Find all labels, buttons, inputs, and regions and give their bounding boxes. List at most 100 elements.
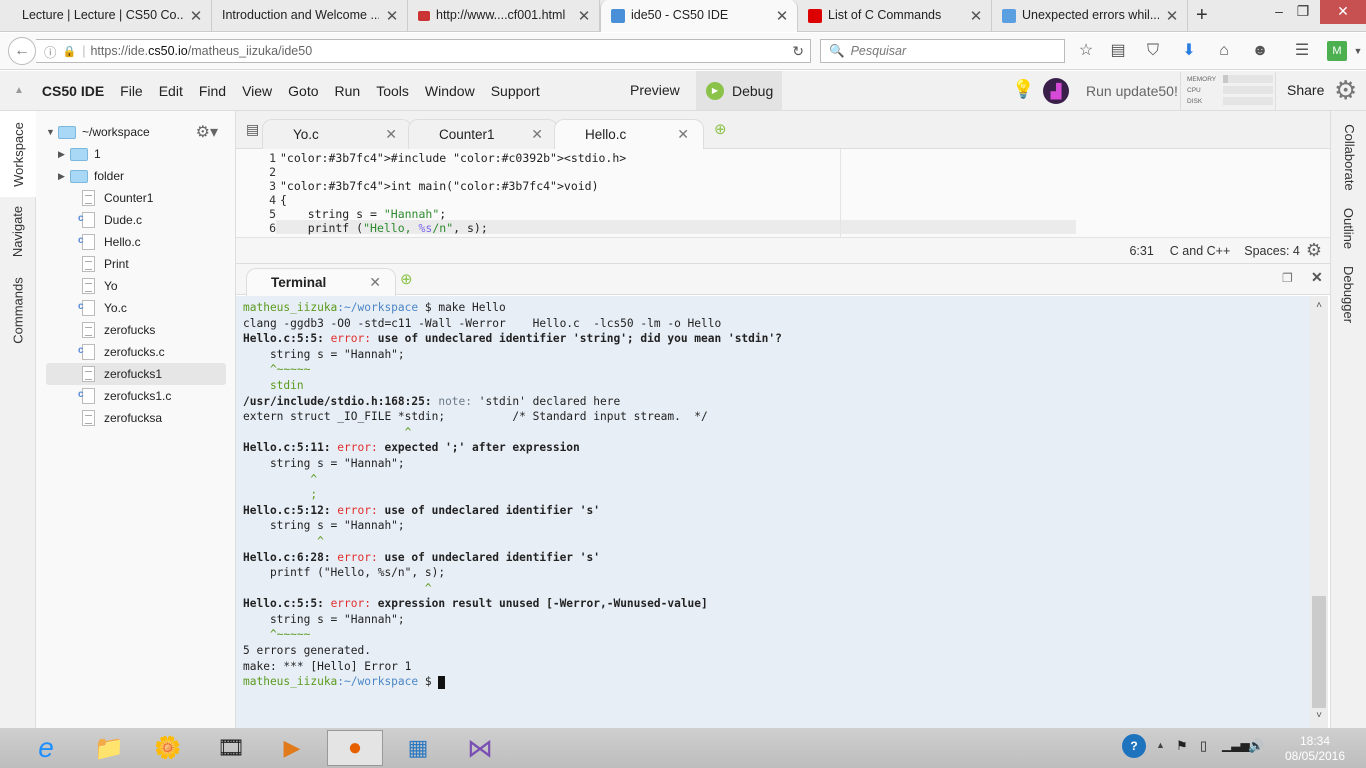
scroll-up-icon[interactable]: ˄ [1310,300,1328,311]
photo-gallery-icon[interactable]: 🌼 [140,730,196,766]
settings-gear-icon[interactable]: ⚙ [1334,75,1357,106]
hello-chat-icon[interactable]: ☻ [1250,41,1270,61]
terminal-tab[interactable]: Terminal ✕ [246,268,396,296]
cursor-position[interactable]: 6:31 [1129,244,1153,258]
tab-list-menu-icon[interactable]: ▤ [246,121,259,138]
action-center-flag-icon[interactable]: ⚑ [1176,738,1188,754]
battery-icon[interactable]: ▯ [1200,738,1207,754]
tab-navigate[interactable]: Navigate [0,197,36,265]
bookmark-star-icon[interactable]: ☆ [1076,41,1096,61]
expand-arrow-icon[interactable]: ▶ [58,149,70,160]
run-update-button[interactable]: Run update50! [1086,83,1178,99]
tree-item[interactable]: Counter1 [46,187,226,209]
menu-window[interactable]: Window [417,83,483,99]
volume-icon[interactable]: 🔊 [1248,738,1264,754]
tab-outline[interactable]: Outline [1331,203,1366,253]
tab-commands[interactable]: Commands [0,265,36,355]
pocket-icon[interactable]: ⛉ [1143,41,1163,61]
code-editor[interactable]: 1 "color:#3b7fc4">#include "color:#c0392b… [236,149,1330,249]
tree-settings-gear-icon[interactable]: ⚙▾ [196,122,218,142]
indentation-setting[interactable]: Spaces: 4 [1244,244,1300,258]
menu-edit[interactable]: Edit [151,83,191,99]
tree-item[interactable]: zerofucks.c [46,341,226,363]
editor-tab[interactable]: Yo.c ✕ [262,119,412,149]
extension-shield-icon[interactable]: M [1327,41,1347,61]
editor-tab[interactable]: Counter1 ✕ [408,119,558,149]
menu-goto[interactable]: Goto [280,83,326,99]
expand-arrow-icon[interactable]: ▼ [46,127,58,137]
debug-button[interactable]: ▶ Debug [696,71,782,110]
home-icon[interactable]: ⌂ [1214,41,1234,61]
browser-tab[interactable]: http://www....cf001.html ✕ [408,0,600,32]
movie-maker-icon[interactable]: 🎞 [203,730,259,766]
scroll-down-icon[interactable]: ˅ [1310,710,1328,721]
editor-tab-active[interactable]: Hello.c ✕ [554,119,704,149]
tree-item[interactable]: zerofucks [46,319,226,341]
browser-tab[interactable]: Introduction and Welcome ... ✕ [212,0,408,32]
tab-collaborate[interactable]: Collaborate [1331,117,1366,197]
download-icon[interactable]: ⬇ [1179,41,1199,61]
share-button[interactable]: Share [1287,82,1324,98]
tab-workspace[interactable]: Workspace [0,111,36,197]
tree-item[interactable]: zerofucks1.c [46,385,226,407]
menu-support[interactable]: Support [483,83,548,99]
show-hidden-icons[interactable]: ▲ [1156,740,1165,750]
add-tab-icon[interactable]: ⊕ [714,120,727,138]
expand-arrow-icon[interactable]: ▶ [58,171,70,182]
close-tab-icon[interactable]: ✕ [385,7,399,25]
tree-item[interactable]: Print [46,253,226,275]
terminal-output[interactable]: matheus_iizuka:~/workspace $ make Hello c… [236,296,1310,728]
tree-item[interactable]: zerofucks1 [46,363,226,385]
control-panel-icon[interactable]: ▦ [390,730,446,766]
tree-item[interactable]: Yo [46,275,226,297]
lightbulb-icon[interactable]: 💡 [1012,79,1034,100]
close-tab-icon[interactable]: ✕ [369,274,381,291]
close-tab-icon[interactable]: ✕ [385,126,397,143]
info-icon[interactable]: ⓘ [44,42,57,61]
menu-find[interactable]: Find [191,83,234,99]
close-tab-icon[interactable]: ✕ [775,7,789,25]
visual-studio-icon[interactable]: ⋈ [452,730,508,766]
avatar[interactable]: ▟ [1043,78,1069,104]
tree-root[interactable]: ▼ ~/workspace ⚙▾ [46,121,226,143]
ide-brand[interactable]: CS50 IDE [34,83,112,99]
close-tab-icon[interactable]: ✕ [677,126,689,143]
menu-icon[interactable]: ☰ [1292,41,1312,61]
collapse-toggle-icon[interactable]: ▲ [14,85,24,96]
browser-tab[interactable]: Lecture | Lecture | CS50 Co... ✕ [12,0,212,32]
language-mode[interactable]: C and C++ [1170,244,1230,258]
network-signal-icon[interactable]: ▁▃▅ [1222,738,1250,752]
extension-dropdown-icon[interactable]: ▼ [1348,41,1366,61]
close-tab-icon[interactable]: ✕ [189,7,203,25]
firefox-icon[interactable]: ● [327,730,383,766]
browser-tab[interactable]: List of C Commands ✕ [798,0,992,32]
terminal-scrollbar[interactable]: ˄ ˅ [1310,296,1328,728]
close-tab-icon[interactable]: ✕ [577,7,591,25]
tab-debugger[interactable]: Debugger [1331,261,1366,327]
maximize-panel-icon[interactable]: ❐ [1282,271,1293,285]
clock[interactable]: 18:34 08/05/2016 [1280,734,1350,764]
close-tab-icon[interactable]: ✕ [531,126,543,143]
reading-list-icon[interactable]: ▤ [1108,41,1128,61]
close-tab-icon[interactable]: ✕ [1165,7,1179,25]
browser-tab-active[interactable]: ide50 - CS50 IDE ✕ [600,0,798,32]
help-info-tray-icon[interactable]: ? [1122,734,1146,758]
browser-tab[interactable]: Unexpected errors whil... ✕ [992,0,1188,32]
reload-icon[interactable]: ↻ [792,43,804,60]
url-bar[interactable]: ⓘ 🔒 | https://ide. cs50.io/matheus_iizuka… [36,39,811,63]
tree-item[interactable]: Dude.c [46,209,226,231]
menu-view[interactable]: View [234,83,280,99]
close-window-button[interactable]: ✕ [1320,0,1366,24]
menu-run[interactable]: Run [327,83,369,99]
search-input[interactable]: 🔍 Pesquisar [820,39,1065,63]
menu-tools[interactable]: Tools [368,83,417,99]
editor-settings-gear-icon[interactable]: ⚙ [1306,240,1322,261]
menu-file[interactable]: File [112,83,151,99]
preview-button[interactable]: Preview [630,82,680,98]
tree-item[interactable]: ▶ folder [46,165,226,187]
tree-item[interactable]: ▶ 1 [46,143,226,165]
file-explorer-icon[interactable]: 📁 [81,730,137,766]
tree-item[interactable]: zerofucksa [46,407,226,429]
close-panel-icon[interactable]: ✕ [1311,269,1323,286]
scroll-thumb[interactable] [1312,596,1326,708]
